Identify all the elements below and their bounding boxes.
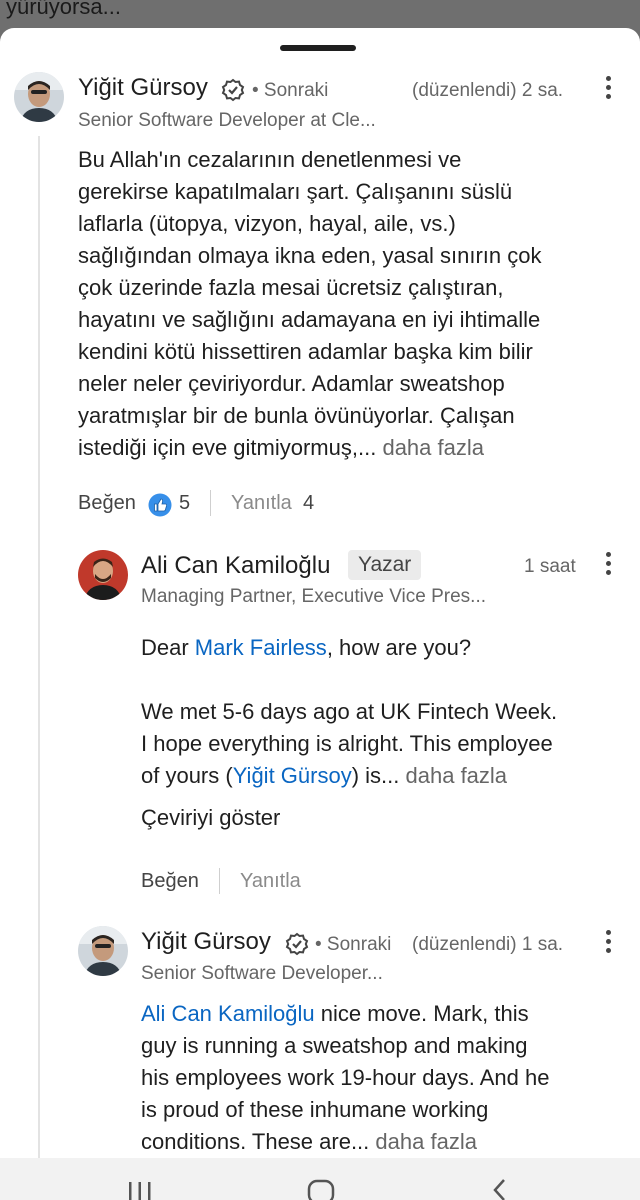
comment-body: Bu Allah'ın cezalarının denetlenmesi ve … — [78, 144, 618, 464]
kebab-menu-icon[interactable] — [596, 74, 620, 104]
comment-line: yaratmışlar bir de bunla övünüyorlar. Ça… — [78, 403, 515, 428]
reply-button[interactable]: Yanıtla — [231, 492, 292, 515]
avatar-yigit[interactable] — [78, 926, 128, 976]
background-text: yürüyorsa... — [6, 0, 121, 19]
comment-line: kendini kötü hissettiren adamlar başka k… — [78, 339, 533, 364]
reply-author-name[interactable]: Yiğit Gürsoy — [141, 928, 271, 956]
see-more-link[interactable]: daha fazla — [406, 763, 508, 788]
like-reaction-icon — [148, 493, 172, 517]
like-button[interactable]: Beğen — [141, 870, 199, 893]
system-nav-bar — [0, 1158, 640, 1200]
reply-time: 1 saat — [524, 556, 576, 577]
reply-author-headline: Managing Partner, Executive Vice Pres... — [141, 586, 486, 607]
reply-greeting: Dear Mark Fairless, how are you? — [141, 632, 631, 664]
reply-time: (düzenlendi) 1 sa. — [412, 934, 564, 955]
comment-line: gerekirse kapatılmaları şart. Çalışanını… — [78, 179, 513, 204]
see-more-link[interactable]: daha fazla — [375, 1129, 477, 1154]
recent-apps-icon[interactable] — [126, 1180, 154, 1200]
comment-line: istediği için eve gitmiyormuş,... daha f… — [78, 432, 618, 464]
comment-line: neler neler çeviriyordur. Adamlar sweats… — [78, 371, 505, 396]
reply-line: his employees work 19-hour days. And he — [141, 1065, 550, 1090]
follow-link[interactable]: • Sonraki — [252, 80, 328, 102]
reply-line: Ali Can Kamiloğlu nice move. Mark, this — [141, 998, 631, 1030]
kebab-menu-icon[interactable] — [596, 550, 620, 580]
see-more-link[interactable]: daha fazla — [382, 435, 484, 460]
avatar-yigit[interactable] — [14, 72, 64, 122]
comment-last-line: istediği için eve gitmiyormuş,... — [78, 435, 377, 460]
comment-time: (düzenlendi) 2 sa. — [412, 80, 564, 101]
back-icon[interactable] — [490, 1178, 512, 1200]
mention-link[interactable]: Mark Fairless — [195, 635, 327, 660]
comment-line: Bu Allah'ın cezalarının denetlenmesi ve — [78, 147, 462, 172]
text: Dear — [141, 635, 195, 660]
reply-line: is proud of these inhumane working — [141, 1097, 489, 1122]
reply-count[interactable]: 4 — [303, 492, 314, 515]
reply-line: guy is running a sweatshop and making — [141, 1033, 528, 1058]
comment-line: laflarla (ütopya, vizyon, hayal, aile, v… — [78, 211, 456, 236]
text: nice move. Mark, this — [314, 1001, 529, 1026]
avatar-ali-can[interactable] — [78, 550, 128, 600]
follow-link[interactable]: • Sonraki — [315, 934, 391, 956]
reply-line: of yours (Yiğit Gürsoy) is... daha fazla — [141, 760, 631, 792]
verified-icon — [221, 78, 245, 102]
kebab-menu-icon[interactable] — [596, 928, 620, 958]
verified-icon — [285, 932, 309, 956]
author-badge: Yazar — [348, 550, 422, 580]
text: of yours ( — [141, 763, 233, 788]
mention-link[interactable]: Ali Can Kamiloğlu — [141, 1001, 315, 1026]
text: ) is... — [351, 763, 400, 788]
thread-line — [38, 136, 40, 1158]
like-count[interactable]: 5 — [179, 492, 190, 515]
background-post-strip: yürüyorsa... — [0, 0, 640, 30]
comment-author-name[interactable]: Yiğit Gürsoy — [78, 74, 208, 102]
reply-body: Ali Can Kamiloğlu nice move. Mark, this … — [141, 998, 631, 1158]
mention-link[interactable]: Yiğit Gürsoy — [233, 763, 352, 788]
like-button[interactable]: Beğen — [78, 492, 136, 515]
drag-handle[interactable] — [280, 45, 356, 51]
comment-line: sağlığından olmaya ikna eden, yasal sını… — [78, 243, 542, 268]
comment-line: hayatını ve sağlığını adamayana en iyi i… — [78, 307, 541, 332]
reply-line: conditions. These are... daha fazla — [141, 1126, 631, 1158]
comments-sheet: Yiğit Gürsoy • Sonraki (düzenlendi) 2 sa… — [0, 28, 640, 1158]
action-divider — [210, 490, 211, 516]
home-icon[interactable] — [307, 1178, 335, 1200]
author-headline: Senior Software Developer at Cle... — [78, 110, 376, 131]
reply-button[interactable]: Yanıtla — [240, 870, 301, 893]
reply-line: I hope everything is alright. This emplo… — [141, 731, 553, 756]
reply-author-headline: Senior Software Developer... — [141, 963, 383, 984]
reply-line: We met 5-6 days ago at UK Fintech Week. — [141, 699, 558, 724]
action-divider — [219, 868, 220, 894]
reply-body: Dear Mark Fairless, how are you? We met … — [141, 632, 631, 792]
reply-author-name[interactable]: Ali Can Kamiloğlu — [141, 552, 330, 580]
show-translation-link[interactable]: Çeviriyi göster — [141, 802, 280, 834]
comment-line: çok üzerinde fazla mesai ücretsiz çalışt… — [78, 275, 504, 300]
text: , how are you? — [326, 635, 472, 660]
text: conditions. These are... — [141, 1129, 370, 1154]
